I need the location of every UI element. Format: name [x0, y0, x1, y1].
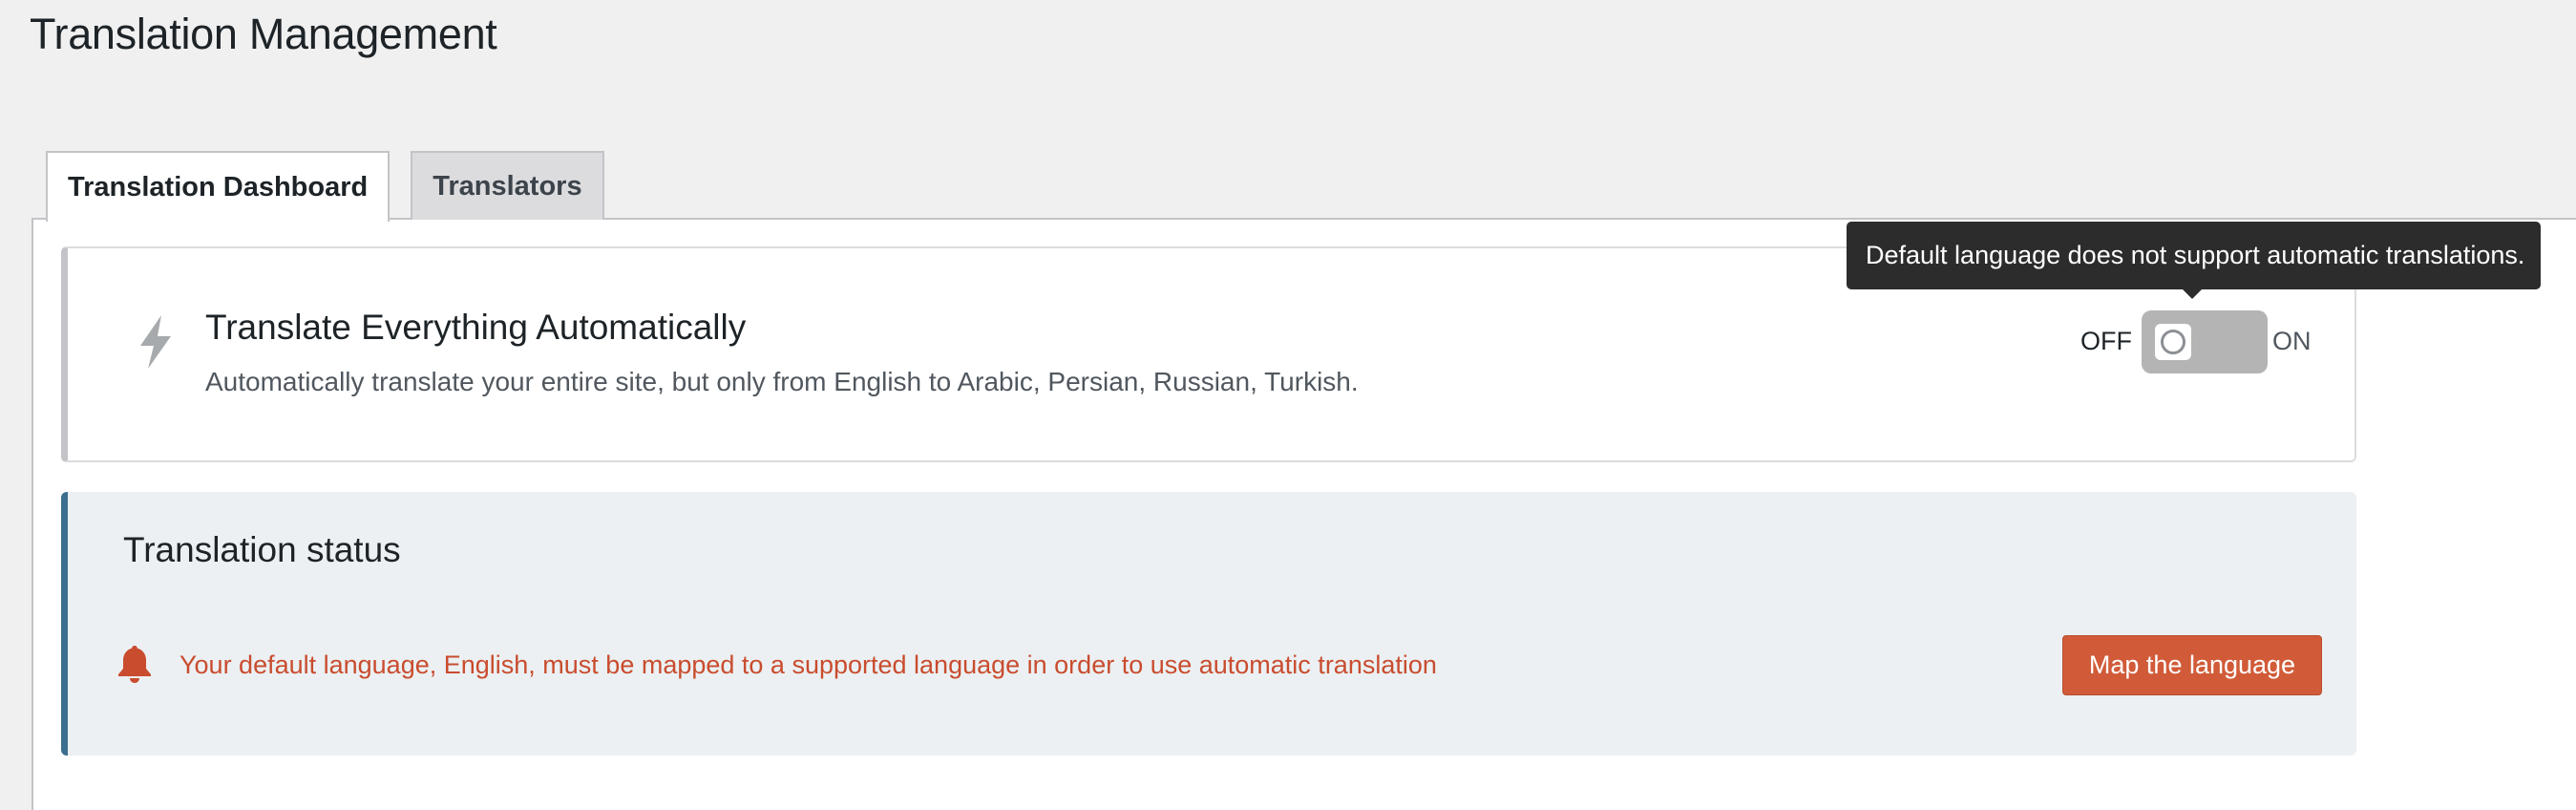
- tab-translation-dashboard[interactable]: Translation Dashboard: [46, 151, 391, 222]
- auto-translate-title: Translate Everything Automatically: [205, 308, 747, 347]
- translation-status-card: Translation status Your default language…: [61, 492, 2356, 756]
- translation-status-title: Translation status: [123, 530, 401, 569]
- bell-icon: [118, 646, 151, 683]
- page: Translation Management Translation Dashb…: [0, 0, 2576, 810]
- auto-translate-description: Automatically translate your entire site…: [205, 367, 1359, 396]
- map-language-button[interactable]: Map the language: [2062, 635, 2322, 695]
- tab-translators[interactable]: Translators: [411, 151, 604, 220]
- toggle-knob: [2155, 324, 2191, 360]
- tab-bar: Translation Dashboard Translators: [46, 151, 604, 222]
- page-title: Translation Management: [30, 10, 497, 58]
- tooltip-arrow: [2182, 288, 2203, 299]
- toggle-off-label: OFF: [2080, 327, 2132, 355]
- toggle-tooltip: Default language does not support automa…: [1847, 222, 2541, 289]
- bolt-icon: [140, 315, 171, 369]
- translation-status-message: Your default language, English, must be …: [179, 650, 1437, 679]
- auto-translate-toggle[interactable]: [2142, 310, 2268, 373]
- toggle-on-label: ON: [2272, 327, 2312, 355]
